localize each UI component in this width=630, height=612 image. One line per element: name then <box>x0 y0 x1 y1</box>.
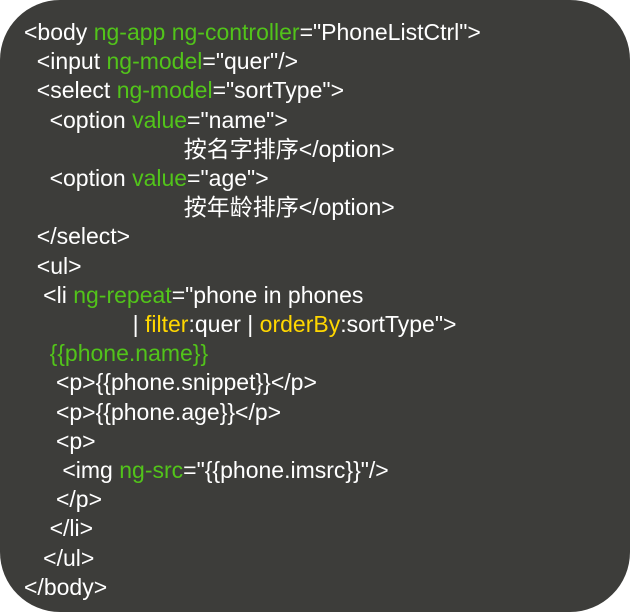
code-line-2: <input ng-model="quer"/> <box>24 48 298 74</box>
code-line-18: </li> <box>24 515 93 541</box>
code-line-13: <p>{{phone.snippet}}</p> <box>24 369 317 395</box>
code-line-7: 按年龄排序</option> <box>24 194 395 220</box>
code-snippet: <body ng-app ng-controller="PhoneListCtr… <box>0 0 630 612</box>
code-line-14: <p>{{phone.age}}</p> <box>24 399 281 425</box>
code-line-19: </ul> <box>24 545 94 571</box>
code-line-16: <img ng-src="{{phone.imsrc}}"/> <box>24 457 389 483</box>
code-line-9: <ul> <box>24 253 82 279</box>
code-line-20: </body> <box>24 574 107 600</box>
code-line-11: | filter:quer | orderBy:sortType"> <box>24 311 456 337</box>
code-line-15: <p> <box>24 428 96 454</box>
code-line-3: <select ng-model="sortType"> <box>24 77 344 103</box>
code-line-17: </p> <box>24 486 102 512</box>
code-line-10: <li ng-repeat="phone in phones <box>24 282 363 308</box>
code-line-8: </select> <box>24 223 130 249</box>
code-line-1: <body ng-app ng-controller="PhoneListCtr… <box>24 19 481 45</box>
code-line-12: {{phone.name}} <box>24 340 208 366</box>
code-line-4: <option value="name"> <box>24 107 288 133</box>
code-line-6: <option value="age"> <box>24 165 269 191</box>
code-line-5: 按名字排序</option> <box>24 136 395 162</box>
